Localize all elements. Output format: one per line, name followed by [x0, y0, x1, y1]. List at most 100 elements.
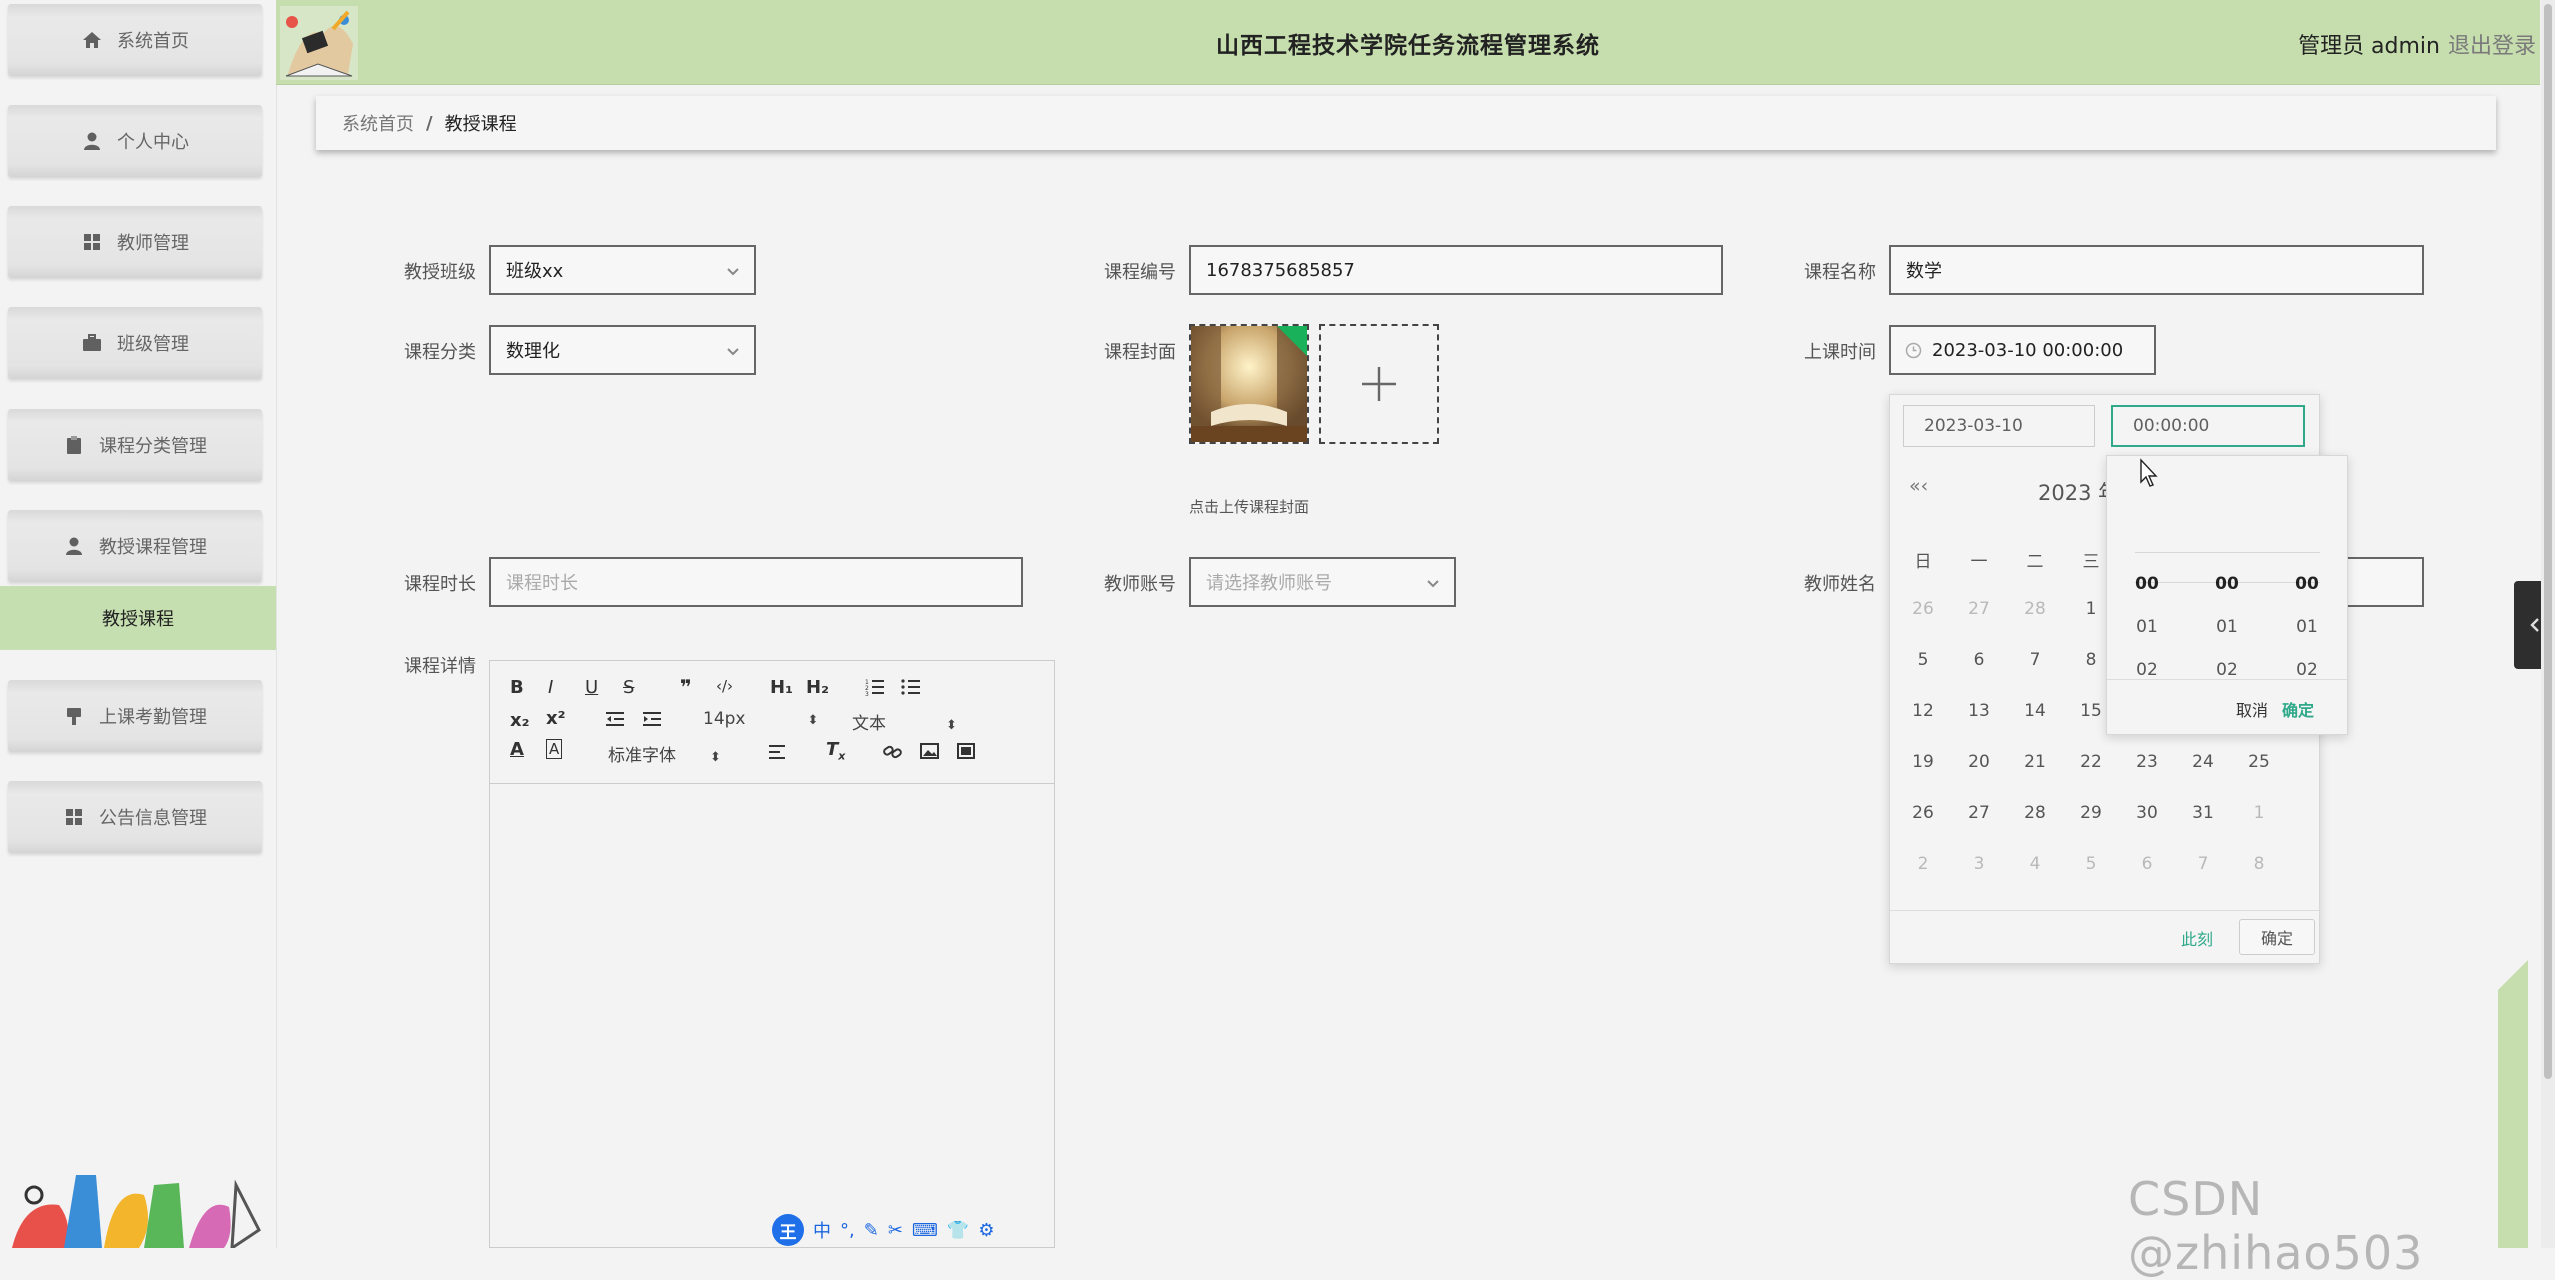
calendar-day[interactable]: 20 [1953, 752, 2005, 772]
calendar-day[interactable]: 4 [2009, 854, 2061, 874]
now-button[interactable]: 此刻 [2181, 926, 2213, 950]
ime-punctuation[interactable]: °, [840, 1220, 855, 1241]
class-time-input[interactable]: 2023-03-10 00:00:00 [1889, 325, 2156, 375]
keyboard-icon[interactable]: ⌨ [912, 1220, 938, 1241]
underline-button[interactable]: U [585, 677, 598, 698]
second-selected[interactable]: 00 [2267, 574, 2347, 594]
teacher-account-select[interactable]: 请选择教师账号 [1189, 557, 1456, 607]
calendar-day[interactable]: 24 [2177, 752, 2229, 772]
minute-column[interactable]: 00 01 02 [2187, 456, 2267, 680]
sidebar-item-attendance[interactable]: 上课考勤管理 [8, 680, 262, 752]
calendar-day[interactable]: 21 [2009, 752, 2061, 772]
hour-column[interactable]: 00 01 02 [2107, 456, 2187, 680]
font-size-select[interactable]: 14px ⬍ [703, 709, 818, 729]
calendar-day[interactable]: 5 [2065, 854, 2117, 874]
calendar-day[interactable]: 7 [2009, 650, 2061, 670]
image-icon[interactable] [920, 743, 939, 759]
scroll-thumb[interactable] [2544, 4, 2552, 1079]
calendar-day[interactable]: 22 [2065, 752, 2117, 772]
calendar-day[interactable]: 7 [2177, 854, 2229, 874]
calendar-day[interactable]: 26 [1897, 803, 1949, 823]
calendar-day[interactable]: 13 [1953, 701, 2005, 721]
blockquote-button[interactable]: ❞ [680, 675, 692, 699]
subscript-button[interactable]: x₂ [510, 710, 530, 731]
calendar-day[interactable]: 19 [1897, 752, 1949, 772]
calendar-day[interactable]: 31 [2177, 803, 2229, 823]
calendar-day[interactable]: 29 [2065, 803, 2117, 823]
sidebar-item-classes[interactable]: 班级管理 [8, 307, 262, 379]
align-icon[interactable] [768, 744, 786, 760]
calendar-day[interactable]: 27 [1953, 803, 2005, 823]
heading-2-button[interactable]: H₂ [806, 677, 829, 698]
calendar-day[interactable]: 6 [1953, 650, 2005, 670]
font-family-select[interactable]: 标准字体 ⬍ [608, 741, 721, 766]
calendar-day[interactable]: 14 [2009, 701, 2061, 721]
logout-link[interactable]: 退出登录 [2448, 28, 2536, 60]
calendar-day[interactable]: 28 [2009, 803, 2061, 823]
calendar-day[interactable]: 27 [1953, 599, 2005, 619]
calendar-day[interactable]: 30 [2121, 803, 2173, 823]
picker-date-input[interactable]: 2023-03-10 [1903, 405, 2095, 447]
code-block-button[interactable]: ‹/› [716, 677, 733, 695]
scissors-icon[interactable]: ✂ [888, 1220, 903, 1241]
course-name-input[interactable]: 数学 [1889, 245, 2424, 295]
sidebar-item-announcements[interactable]: 公告信息管理 [8, 781, 262, 853]
category-select[interactable]: 数理化 [489, 325, 756, 375]
sidebar-subitem-teaching-course[interactable]: 教授课程 [0, 586, 276, 650]
skin-icon[interactable]: 👕 [947, 1220, 969, 1241]
sidebar-item-teaching-courses[interactable]: 教授课程管理 [8, 510, 262, 582]
picker-time-input[interactable]: 00:00:00 [2111, 405, 2305, 447]
calendar-day[interactable]: 12 [1897, 701, 1949, 721]
page-scrollbar[interactable] [2541, 0, 2555, 1248]
ordered-list-icon[interactable]: 123 [865, 678, 885, 696]
sidebar-item-teachers[interactable]: 教师管理 [8, 206, 262, 278]
minute-option[interactable]: 01 [2187, 617, 2267, 637]
outdent-icon[interactable] [605, 711, 625, 727]
calendar-day[interactable]: 25 [2233, 752, 2285, 772]
block-format-select[interactable]: 文本 ⬍ [852, 709, 957, 734]
handwriting-icon[interactable]: ✎ [864, 1220, 879, 1241]
calendar-day[interactable]: 26 [1897, 599, 1949, 619]
italic-button[interactable]: I [548, 677, 553, 698]
second-option[interactable]: 01 [2267, 617, 2347, 637]
minute-selected[interactable]: 00 [2187, 574, 2267, 594]
breadcrumb-home[interactable]: 系统首页 [342, 110, 414, 136]
second-option[interactable]: 02 [2267, 660, 2347, 680]
settings-icon[interactable]: ⚙ [978, 1220, 994, 1241]
sidebar-item-profile[interactable]: 个人中心 [8, 105, 262, 177]
hour-selected[interactable]: 00 [2107, 574, 2187, 594]
background-color-button[interactable]: A [546, 739, 563, 759]
picker-ok-button[interactable]: 确定 [2239, 919, 2315, 955]
second-column[interactable]: 00 01 02 [2267, 456, 2347, 680]
bullet-list-icon[interactable] [901, 678, 921, 696]
link-icon[interactable] [883, 743, 903, 761]
cover-thumbnail[interactable] [1189, 324, 1309, 444]
upload-cover-button[interactable] [1319, 324, 1439, 444]
calendar-day[interactable]: 3 [1953, 854, 2005, 874]
prev-year-month-button[interactable]: «‹ [1909, 475, 1928, 497]
calendar-day[interactable]: 1 [2233, 803, 2285, 823]
clear-format-button[interactable]: Tx [826, 739, 845, 763]
indent-icon[interactable] [642, 711, 662, 727]
sidebar-item-home[interactable]: 系统首页 [8, 4, 262, 76]
class-select[interactable]: 班级xx [489, 245, 756, 295]
ime-mode-chinese[interactable]: 中 [813, 1217, 831, 1243]
bold-button[interactable]: B [510, 677, 524, 698]
minute-option[interactable]: 02 [2187, 660, 2267, 680]
calendar-day[interactable]: 8 [2233, 854, 2285, 874]
calendar-day[interactable]: 6 [2121, 854, 2173, 874]
duration-input[interactable]: 课程时长 [489, 557, 1023, 607]
superscript-button[interactable]: x² [546, 708, 566, 729]
calendar-day[interactable]: 23 [2121, 752, 2173, 772]
calendar-day[interactable]: 28 [2009, 599, 2061, 619]
font-color-button[interactable]: A [510, 739, 524, 760]
hour-option[interactable]: 01 [2107, 617, 2187, 637]
time-cancel-button[interactable]: 取消 [2236, 697, 2268, 721]
video-icon[interactable] [957, 743, 975, 759]
course-no-input[interactable]: 1678375685857 [1189, 245, 1723, 295]
calendar-day[interactable]: 5 [1897, 650, 1949, 670]
heading-1-button[interactable]: H₁ [770, 677, 793, 698]
sidebar-item-course-categories[interactable]: 课程分类管理 [8, 409, 262, 481]
hour-option[interactable]: 02 [2107, 660, 2187, 680]
strikethrough-button[interactable]: S [623, 677, 634, 698]
